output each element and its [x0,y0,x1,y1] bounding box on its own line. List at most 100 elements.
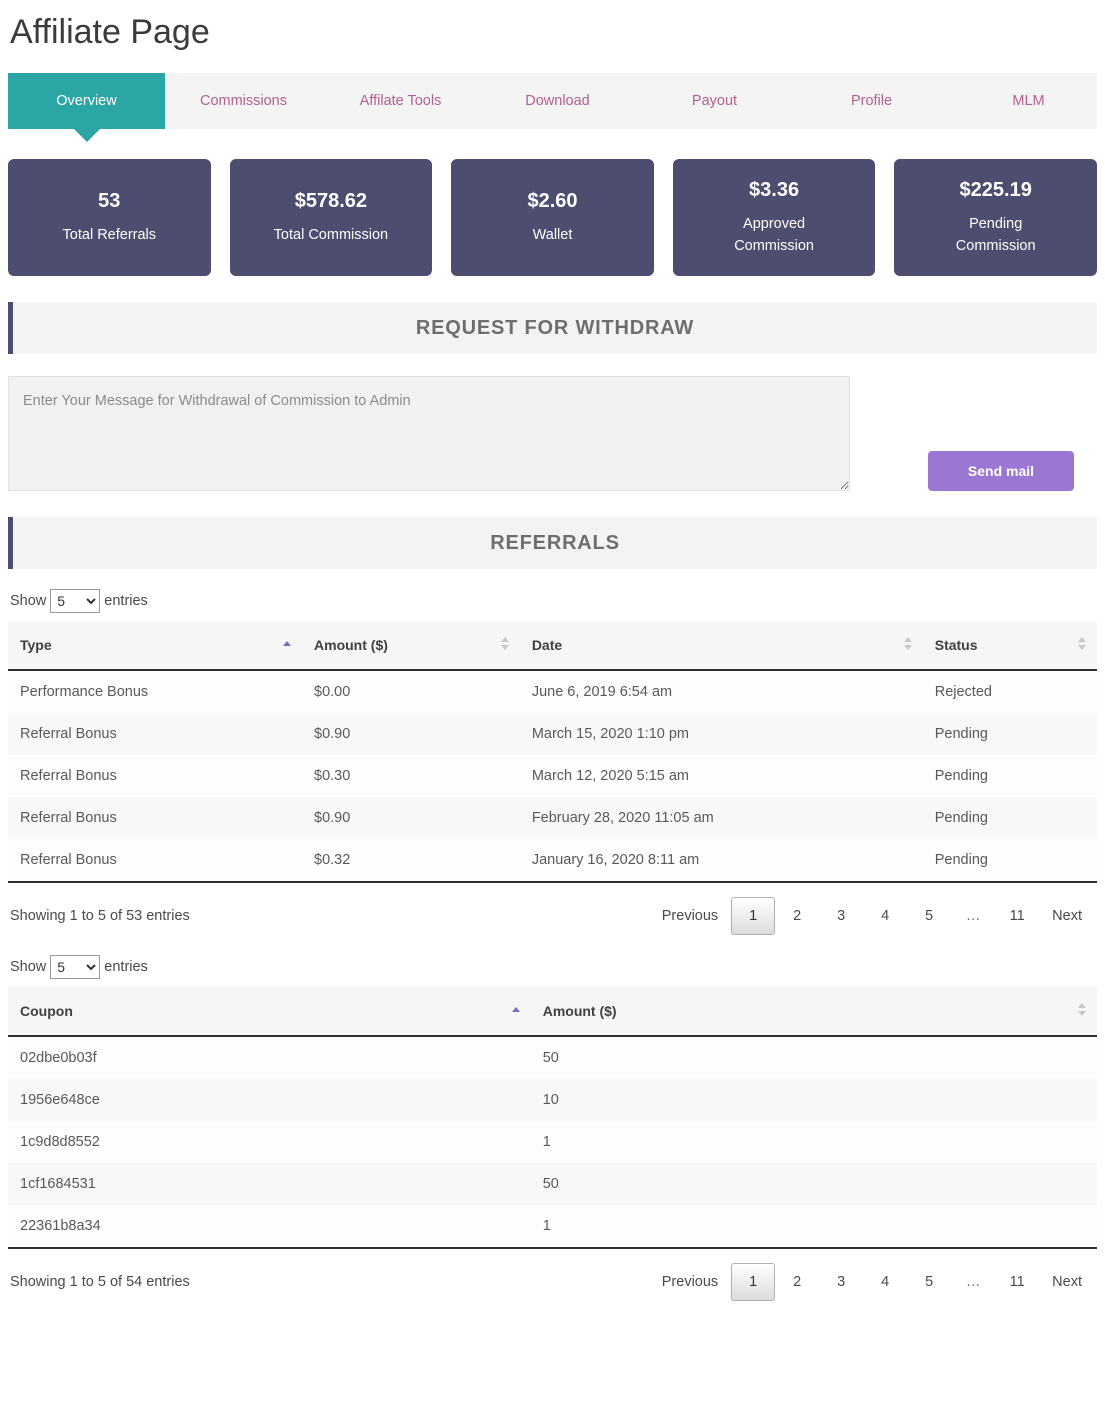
pagination-next[interactable]: Next [1039,1264,1095,1300]
tab-download[interactable]: Download [479,73,636,129]
table-row: 22361b8a34 1 [8,1205,1097,1250]
pagination-page-5[interactable]: 5 [907,898,951,934]
cell-type: Referral Bonus [20,810,117,827]
tab-label: Download [525,93,590,110]
coupons-header-row: Coupon Amount ($) [8,987,1097,1038]
cell-type: Referral Bonus [8,839,303,884]
tab-commissions[interactable]: Commissions [165,73,322,129]
stat-card-value: $3.36 [749,179,800,202]
coupons-table-footer: Showing 1 to 5 of 54 entries Previous 1 2 3… [10,1263,1095,1302]
withdraw-message-input[interactable] [8,376,850,492]
column-header-label: Amount ($) [314,637,388,654]
referrals-length-suffix: entries [104,593,148,610]
tab-payout[interactable]: Payout [636,73,793,129]
send-mail-button[interactable]: Send mail [928,451,1074,492]
column-header-amount[interactable]: Amount ($) [530,987,1097,1038]
cell-date: March 15, 2020 1:10 pm [531,726,689,743]
column-header-label: Coupon [20,1003,73,1020]
stat-card: $2.60 Wallet [451,159,654,277]
section-title-withdraw: REQUEST FOR WITHDRAW [415,316,695,339]
column-header-label: Date [531,637,563,654]
cell-amount: $0.00 [314,684,351,701]
coupons-length-select[interactable]: 5102550100 [50,955,101,980]
pagination-next[interactable]: Next [1039,898,1095,934]
table-row: Referral Bonus $0.90 February 28, 2020 11:… [8,797,1097,840]
cell-coupon: 1956e648ce [20,1092,100,1109]
cell-type: Referral Bonus [20,726,117,743]
coupons-length-prefix: Show [10,959,47,976]
section-title-referrals: REFERRALS [490,531,620,554]
pagination-previous[interactable]: Previous [649,898,731,934]
section-header-referrals: REFERRALS [8,517,1097,570]
cell-status: Pending [934,768,988,785]
referrals-info: Showing 1 to 5 of 53 entries [10,908,190,925]
tab-profile[interactable]: Profile [793,73,950,129]
pagination-page-3[interactable]: 3 [819,898,863,934]
coupons-table: Coupon Amount ($) 02dbe0b03f 50 1956e648ce 1… [8,987,1097,1250]
cell-status: Rejected [934,684,992,701]
referrals-pagination: Previous 1 2 3 4 5 … 11 Next [649,897,1095,936]
column-header-date[interactable]: Date [519,621,923,672]
column-header-coupon[interactable]: Coupon [8,987,531,1038]
cell-amount: $0.90 [314,726,351,743]
table-row: Referral Bonus $0.90 March 15, 2020 1:10 p… [8,713,1097,756]
pagination-page-2[interactable]: 2 [775,898,819,934]
referrals-length-select[interactable]: 5102550100 [50,589,101,614]
pagination-page-4[interactable]: 4 [863,898,907,934]
stat-card: 53 Total Referrals [8,159,211,277]
column-header-amount[interactable]: Amount ($) [302,621,520,672]
tab-label: Payout [691,93,738,110]
coupons-table-head: Coupon Amount ($) [8,987,1097,1038]
column-header-type[interactable]: Type [8,621,303,672]
stat-card: $3.36 Approved Commission [672,159,876,277]
cell-coupon: 22361b8a34 [8,1205,531,1250]
pagination-page-2[interactable]: 2 [775,1264,819,1300]
stat-card-value: 53 [98,190,121,213]
referrals-table: Type Amount ($) Date Status Performance Bon… [8,621,1097,884]
pagination-page-11[interactable]: 11 [995,898,1039,934]
section-header-withdraw: REQUEST FOR WITHDRAW [8,302,1097,355]
withdraw-actions: Send mail [850,376,1097,492]
affiliate-page: Affiliate Page Overview Commissions Affila… [0,13,1105,1302]
coupons-length-control: Show 5102550100 entries [10,955,1097,980]
cell-date: February 28, 2020 11:05 am [531,810,714,827]
stat-card: $578.62 Total Commission [229,159,433,277]
stat-card-list: 53 Total Referrals $578.62 Total Commission… [8,159,1097,277]
cell-amount: 50 [542,1176,559,1193]
table-row: 1cf1684531 50 [8,1163,1097,1206]
tab-overview[interactable]: Overview [8,73,165,143]
cell-amount: $0.90 [314,810,351,827]
tab-label: Commissions [199,93,287,110]
column-header-status[interactable]: Status [922,621,1097,672]
sort-none-icon [1078,1003,1087,1019]
table-row: Performance Bonus $0.00 June 6, 2019 6:54 … [8,670,1097,714]
pagination-previous[interactable]: Previous [649,1264,731,1300]
cell-status: Pending [934,810,988,827]
sort-ascending-icon [283,641,292,649]
tab-affilate-tools[interactable]: Affilate Tools [322,73,479,129]
cell-date: June 6, 2019 6:54 am [531,684,673,701]
column-header-label: Status [934,637,978,654]
sort-none-icon [903,637,913,653]
cell-amount: 10 [542,1092,559,1109]
tab-label: MLM [1012,93,1045,110]
tab-label: Overview [56,93,117,110]
pagination-page-5[interactable]: 5 [907,1264,951,1300]
stat-card-label: Approved Commission [734,216,814,254]
stat-card-label: Wallet [532,227,573,244]
table-row: Referral Bonus $0.30 March 12, 2020 5:15 a… [8,755,1097,798]
pagination-page-11[interactable]: 11 [995,1264,1039,1300]
cell-amount: 1 [542,1134,551,1151]
cell-coupon: 1cf1684531 [20,1176,96,1193]
stat-card-value: $2.60 [527,190,578,213]
pagination-page-1[interactable]: 1 [731,897,776,936]
sort-none-icon [1078,637,1087,653]
pagination-ellipsis: … [965,1274,981,1291]
stat-card: $225.19 Pending Commission [894,159,1097,277]
cell-amount: 50 [542,1050,559,1067]
pagination-page-3[interactable]: 3 [819,1264,863,1300]
pagination-page-4[interactable]: 4 [863,1264,907,1300]
pagination-page-1[interactable]: 1 [731,1263,776,1302]
tab-mlm[interactable]: MLM [950,73,1105,129]
table-row: 1956e648ce 10 [8,1079,1097,1122]
